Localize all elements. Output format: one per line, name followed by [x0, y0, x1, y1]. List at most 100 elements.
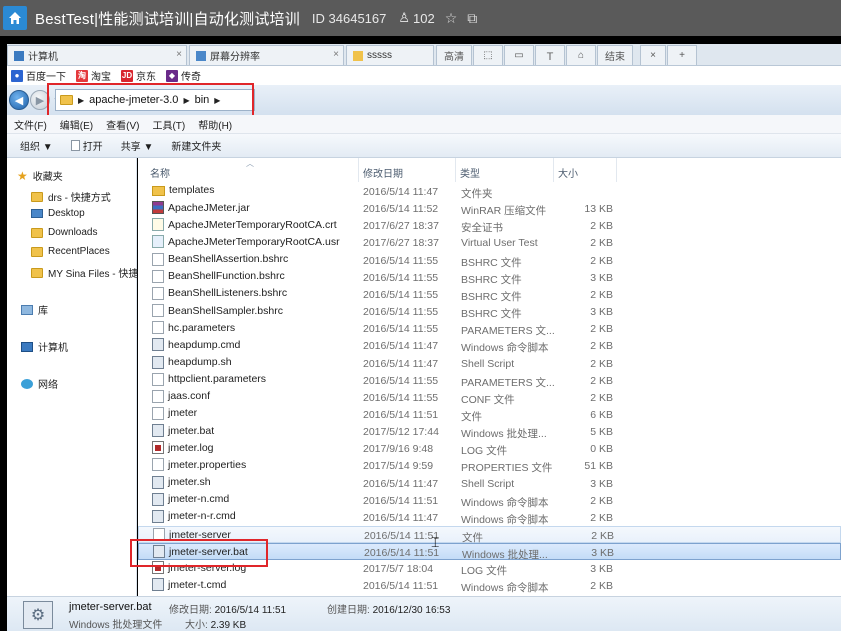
- tab-computer[interactable]: 计算机 ×: [7, 45, 187, 65]
- file-type: 文件: [461, 410, 482, 423]
- table-row[interactable]: heapdump.cmd 2016/5/14 11:47 Windows 命令脚本 2…: [138, 337, 841, 354]
- fav-jd[interactable]: JD 京东: [121, 68, 156, 83]
- menu-file[interactable]: 文件(F): [14, 117, 47, 132]
- table-row[interactable]: httpclient.parameters 2016/5/14 11:55 PARA…: [138, 372, 841, 389]
- file-name: jmeter-n-r.cmd: [152, 509, 236, 523]
- table-row[interactable]: jmeter-n.cmd 2016/5/14 11:51 Windows 命令脚本 2…: [138, 492, 841, 509]
- nav-sina-files[interactable]: MY Sina Files - 快捷: [31, 265, 138, 280]
- table-row[interactable]: ApacheJMeter.jar 2016/5/14 11:52 WinRAR 压缩…: [138, 200, 841, 217]
- blank-file-icon: [152, 389, 164, 403]
- chevron-right-icon[interactable]: ▶: [214, 96, 220, 105]
- table-row[interactable]: ApacheJMeterTemporaryRootCA.crt 2017/6/27…: [138, 217, 841, 234]
- table-row[interactable]: jmeter-server.log 2017/5/7 18:04 LOG 文件 3 K…: [138, 560, 841, 577]
- table-row[interactable]: jmeter-t.cmd 2016/5/14 11:51 Windows 命令脚本 2…: [138, 577, 841, 594]
- window-icon[interactable]: ▭: [504, 45, 534, 65]
- fav-baidu[interactable]: ● 百度一下: [11, 68, 66, 83]
- share-icon[interactable]: ⧉: [467, 10, 477, 27]
- text-icon[interactable]: Ｔ: [535, 45, 565, 65]
- open-button[interactable]: 打开: [70, 138, 103, 153]
- menu-tools[interactable]: 工具(T): [152, 117, 185, 132]
- favorites-bar: ● 百度一下 淘 淘宝 JD 京东 ◆ 传奇: [7, 66, 841, 85]
- star-icon[interactable]: ☆: [445, 10, 458, 27]
- column-header-row: 名称 ︿ 修改日期 类型 大小: [138, 158, 841, 182]
- crop-icon[interactable]: ⬚: [473, 45, 503, 65]
- bat-file-icon: [153, 545, 165, 559]
- table-row[interactable]: ApacheJMeterTemporaryRootCA.usr 2017/6/27…: [138, 234, 841, 251]
- table-row[interactable]: jmeter.properties 2017/5/14 9:59 PROPERTIE…: [138, 457, 841, 474]
- menu-help[interactable]: 帮助(H): [198, 117, 232, 132]
- tab-resolution[interactable]: 屏幕分辨率 ×: [189, 45, 344, 65]
- computer-icon: [14, 50, 24, 61]
- blank-file-icon: [153, 528, 165, 541]
- table-row[interactable]: jmeter.bat 2017/5/12 17:44 Windows 批处理... 5…: [138, 423, 841, 440]
- file-name: jmeter-server: [153, 528, 231, 541]
- table-row[interactable]: jmeter-server 2016/5/14 11:51 文件 2 KB: [138, 526, 841, 544]
- file-date: 2016/5/14 11:47: [363, 511, 439, 524]
- table-row[interactable]: BeanShellSampler.bshrc 2016/5/14 11:55 BSH…: [138, 303, 841, 320]
- bat-file-icon: [152, 355, 164, 369]
- file-type: CONF 文件: [461, 393, 515, 406]
- nav-network[interactable]: 网络: [21, 376, 58, 391]
- chevron-right-icon[interactable]: ▶: [78, 96, 84, 105]
- column-name[interactable]: 名称: [150, 165, 170, 180]
- file-size: 2 KB: [590, 323, 613, 336]
- new-folder-button[interactable]: 新建文件夹: [171, 138, 221, 153]
- tab-sssss[interactable]: sssss: [346, 45, 434, 65]
- nav-desktop[interactable]: Desktop: [31, 208, 85, 219]
- breadcrumb-item[interactable]: apache-jmeter-3.0: [89, 94, 178, 106]
- table-row[interactable]: jmeter 2016/5/14 11:51 文件 6 KB: [138, 406, 841, 423]
- home-icon[interactable]: [3, 6, 27, 30]
- nav-library[interactable]: 库: [21, 302, 48, 317]
- close-icon[interactable]: ×: [176, 49, 182, 60]
- organize-button[interactable]: 组织 ▼: [20, 138, 53, 153]
- column-type[interactable]: 类型: [460, 165, 480, 180]
- nav-downloads[interactable]: Downloads: [31, 227, 97, 238]
- breadcrumb-item[interactable]: bin: [195, 94, 210, 106]
- breadcrumb[interactable]: ▶ apache-jmeter-3.0 ▶ bin ▶: [55, 89, 255, 111]
- back-button[interactable]: ◀: [9, 90, 29, 110]
- menu-edit[interactable]: 编辑(E): [60, 117, 93, 132]
- hd-button[interactable]: 高清: [436, 45, 472, 65]
- close-icon[interactable]: ×: [333, 49, 339, 60]
- table-row[interactable]: jmeter-n-r.cmd 2016/5/14 11:47 Windows 命令脚…: [138, 509, 841, 526]
- column-date[interactable]: 修改日期: [363, 165, 403, 180]
- home-tab-icon[interactable]: ⌂: [566, 45, 596, 65]
- chevron-right-icon[interactable]: ▶: [183, 96, 189, 105]
- column-size[interactable]: 大小: [558, 165, 578, 180]
- end-button[interactable]: 结束: [597, 45, 633, 65]
- table-row[interactable]: BeanShellListeners.bshrc 2016/5/14 11:55 B…: [138, 286, 841, 303]
- library-icon: [21, 304, 33, 315]
- menu-view[interactable]: 查看(V): [106, 117, 139, 132]
- user-icon: ♙: [398, 10, 411, 25]
- blank-file-icon: [152, 321, 164, 335]
- file-date: 2016/5/14 11:47: [363, 477, 439, 490]
- table-row[interactable]: jmeter.log 2017/9/16 9:48 LOG 文件 0 KB: [138, 440, 841, 457]
- computer-icon: [21, 341, 33, 352]
- forward-button[interactable]: ▶: [30, 90, 50, 110]
- table-row[interactable]: heapdump.sh 2016/5/14 11:47 Shell Script 2 …: [138, 355, 841, 372]
- file-name-text: heapdump.sh: [168, 356, 232, 368]
- file-type: BSHRC 文件: [461, 256, 522, 269]
- table-row[interactable]: jaas.conf 2016/5/14 11:55 CONF 文件 2 KB: [138, 389, 841, 406]
- fav-chuanqi[interactable]: ◆ 传奇: [166, 68, 201, 83]
- new-tab-icon[interactable]: +: [667, 45, 697, 65]
- table-row[interactable]: BeanShellAssertion.bshrc 2016/5/14 11:55 B…: [138, 252, 841, 269]
- table-row[interactable]: BeanShellFunction.bshrc 2016/5/14 11:55 BS…: [138, 269, 841, 286]
- file-name: jmeter-n.cmd: [152, 492, 229, 506]
- file-size: 3 KB: [590, 271, 613, 284]
- file-type: BSHRC 文件: [461, 273, 522, 286]
- nav-computer[interactable]: 计算机: [21, 339, 68, 354]
- share-button[interactable]: 共享 ▼: [121, 138, 154, 153]
- document-icon: [70, 140, 80, 151]
- nav-drs[interactable]: drs - 快捷方式: [31, 189, 111, 204]
- fav-taobao[interactable]: 淘 淘宝: [76, 68, 111, 83]
- nav-recentplaces[interactable]: RecentPlaces: [31, 246, 110, 257]
- table-row[interactable]: templates 2016/5/14 11:47 文件夹: [138, 183, 841, 200]
- table-row[interactable]: jmeter.sh 2016/5/14 11:47 Shell Script 3 KB: [138, 475, 841, 492]
- table-row[interactable]: jmeter-server.bat 2016/5/14 11:51 Windows …: [138, 543, 841, 561]
- file-size: 2 KB: [590, 511, 613, 524]
- table-row[interactable]: hc.parameters 2016/5/14 11:55 PARAMETERS 文…: [138, 320, 841, 337]
- nav-favorites[interactable]: ★ 收藏夹: [17, 168, 63, 184]
- file-type: 文件夹: [461, 188, 493, 200]
- close-icon[interactable]: ×: [640, 45, 666, 65]
